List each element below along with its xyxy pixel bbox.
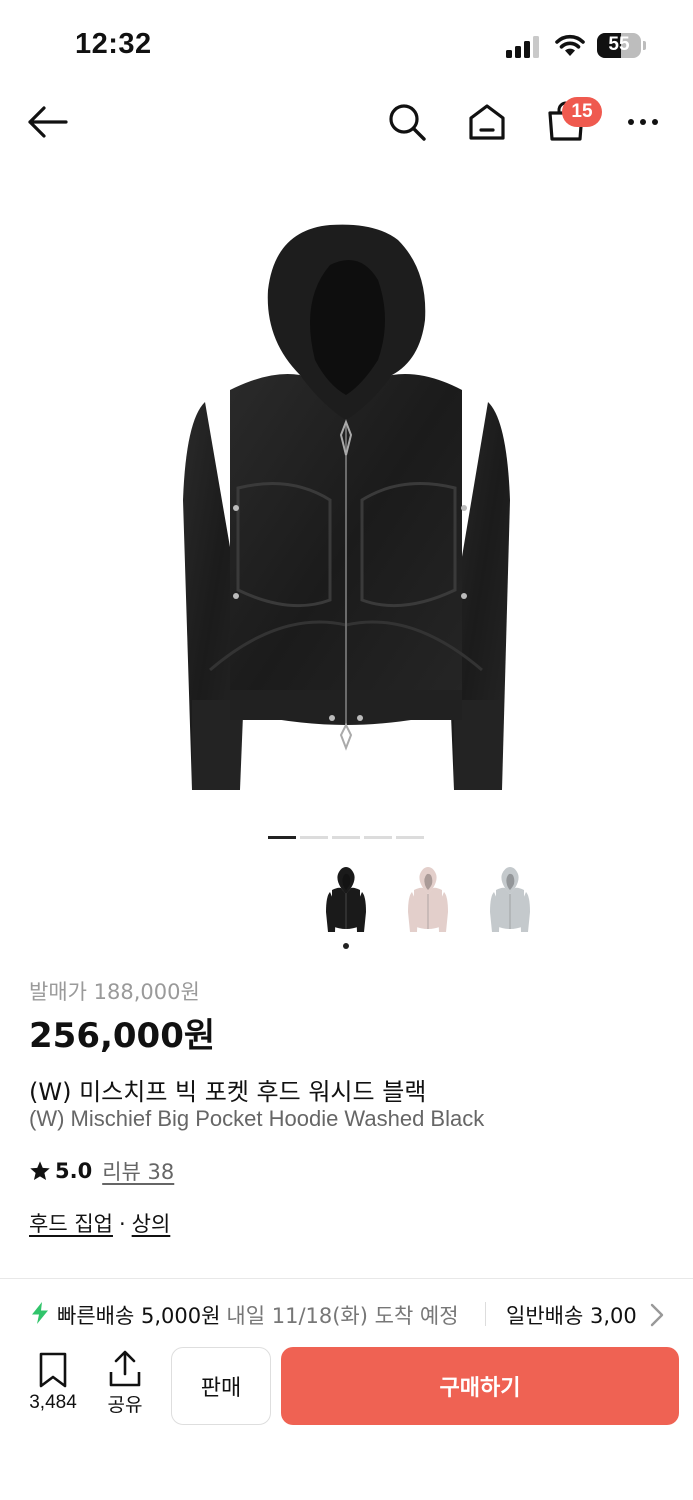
- review-link[interactable]: 리뷰 38: [102, 1156, 174, 1186]
- category-separator: ·: [118, 1212, 126, 1236]
- pager-dash: [396, 836, 424, 839]
- bookmark-count: 3,484: [29, 1392, 77, 1413]
- pager-dash: [300, 836, 328, 839]
- share-label: 공유: [107, 1394, 143, 1416]
- category-link-top[interactable]: 상의: [132, 1212, 171, 1236]
- share-button[interactable]: 공유: [100, 1350, 150, 1417]
- fast-delivery-label: 빠른배송 5,000원: [57, 1304, 221, 1328]
- battery-icon: 55: [597, 33, 647, 58]
- selected-thumbnail-dot: [343, 943, 349, 949]
- wifi-icon: [555, 34, 585, 56]
- pager-dash: [364, 836, 392, 839]
- status-bar: 12:32 55: [0, 0, 693, 90]
- release-price: 발매가 188,000원: [29, 980, 200, 1004]
- color-thumbnail-black[interactable]: [318, 862, 374, 938]
- sell-button[interactable]: 판매: [171, 1347, 271, 1425]
- pager-dash: [332, 836, 360, 839]
- star-icon: [30, 1161, 50, 1180]
- bottom-action-bar: 3,484 공유 판매 구매하기: [0, 1332, 693, 1500]
- lightning-bolt-icon: [32, 1302, 48, 1324]
- cart-count-badge: 15: [562, 97, 602, 127]
- rating-score: 5.0: [55, 1159, 93, 1183]
- fast-delivery-eta: 내일 11/18(화) 도착 예정: [226, 1304, 459, 1328]
- color-thumbnails: [318, 862, 538, 938]
- share-icon: [109, 1350, 141, 1387]
- normal-delivery-label: 일반배송 3,00: [506, 1304, 637, 1328]
- status-time: 12:32: [75, 28, 152, 60]
- bookmark-button[interactable]: 3,484: [22, 1352, 84, 1414]
- price: 256,000원: [29, 1016, 216, 1056]
- product-name-english: (W) Mischief Big Pocket Hoodie Washed Bl…: [29, 1106, 485, 1131]
- product-main-image[interactable]: [0, 170, 693, 810]
- section-divider: [0, 1278, 693, 1279]
- rating: 5.0 리뷰 38: [29, 1156, 174, 1186]
- bookmark-icon: [39, 1352, 67, 1388]
- color-thumbnail-gray[interactable]: [482, 862, 538, 938]
- buy-button[interactable]: 구매하기: [281, 1347, 679, 1425]
- color-thumbnail-pink[interactable]: [400, 862, 456, 938]
- chevron-right-icon[interactable]: [650, 1303, 664, 1327]
- cellular-signal-icon: [506, 36, 544, 58]
- search-icon[interactable]: [386, 101, 428, 143]
- fast-delivery: 빠른배송 5,000원 내일 11/18(화) 도착 예정: [57, 1300, 459, 1330]
- category-breadcrumb: 후드 집업 · 상의: [29, 1208, 170, 1238]
- home-icon[interactable]: [466, 101, 508, 143]
- product-name-korean: (W) 미스치프 빅 포켓 후드 워시드 블랙: [29, 1078, 427, 1106]
- more-options-icon[interactable]: [624, 110, 662, 134]
- battery-percent: 55: [608, 34, 630, 55]
- category-link-hood-zipup[interactable]: 후드 집업: [29, 1212, 113, 1236]
- delivery-separator: [485, 1302, 486, 1326]
- back-arrow-icon[interactable]: [24, 100, 72, 144]
- image-pager: [268, 836, 424, 840]
- pager-dash: [268, 836, 296, 839]
